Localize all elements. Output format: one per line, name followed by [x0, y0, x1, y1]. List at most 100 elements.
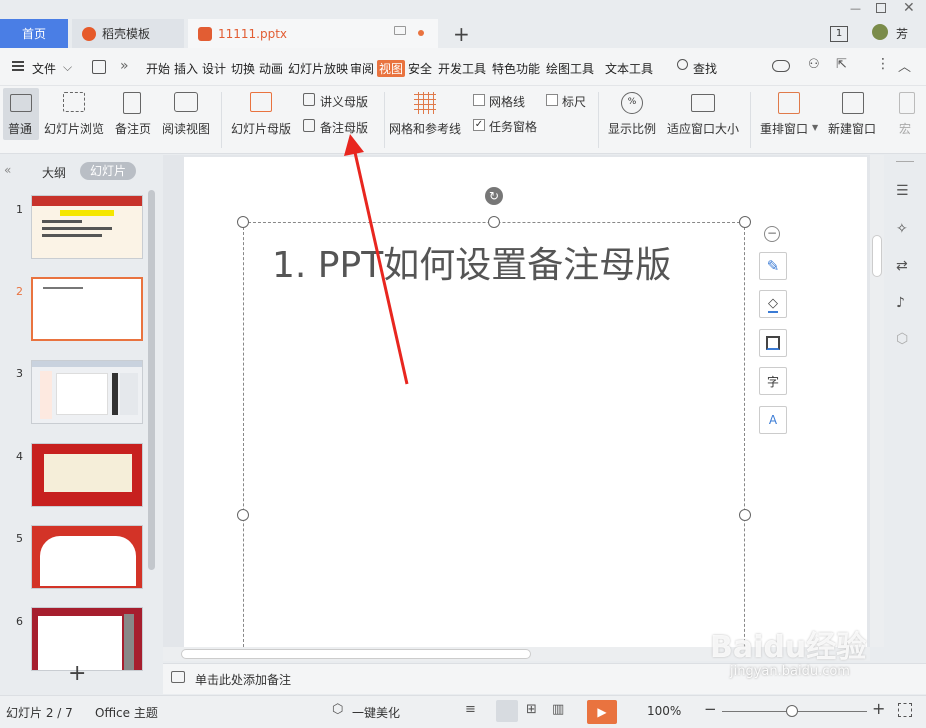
macro-icon[interactable]: [899, 92, 915, 114]
zoom-icon[interactable]: %: [621, 92, 643, 114]
dropdown-arrow-icon[interactable]: ▼: [812, 123, 818, 132]
beautify-button[interactable]: 一键美化: [352, 704, 400, 721]
play-slideshow-button[interactable]: ▶: [587, 700, 617, 724]
menu-insert[interactable]: 插入: [174, 60, 198, 77]
slide-thumbnail-2-selected[interactable]: [31, 277, 143, 341]
vertical-scroll-thumb[interactable]: [872, 235, 882, 277]
notes-placeholder[interactable]: 单击此处添加备注: [195, 671, 291, 688]
handout-master-button[interactable]: 讲义母版: [320, 93, 368, 110]
arrange-windows-icon[interactable]: [778, 92, 800, 114]
notes-page-button[interactable]: 备注页: [115, 120, 151, 137]
menu-file[interactable]: 文件: [32, 60, 56, 77]
slide-thumbnail-6[interactable]: [31, 607, 143, 671]
slide-browse-icon[interactable]: [63, 92, 85, 112]
replace-icon[interactable]: ⇄: [896, 258, 908, 274]
chevron-down-icon[interactable]: ⌵: [63, 60, 72, 75]
zoom-out-button[interactable]: −: [704, 700, 717, 718]
search-icon[interactable]: [677, 59, 688, 70]
monitor-icon[interactable]: [394, 26, 406, 35]
theme-name[interactable]: Office 主题: [95, 704, 158, 721]
new-tab-button[interactable]: +: [453, 22, 470, 46]
text-effect-button[interactable]: A: [759, 406, 787, 434]
slide-thumbnail-3[interactable]: [31, 360, 143, 424]
menu-transition[interactable]: 切换: [231, 60, 255, 77]
macro-button[interactable]: 宏: [899, 120, 911, 137]
slide-title[interactable]: 1. PPT如何设置备注母版: [272, 236, 671, 288]
resize-handle-tr[interactable]: [739, 216, 751, 228]
grid-guides-icon[interactable]: [414, 92, 436, 114]
speaker-icon[interactable]: ♪: [896, 295, 905, 311]
slide-master-icon[interactable]: [250, 92, 272, 112]
fit-window-button[interactable]: 适应窗口大小: [667, 120, 739, 137]
zoom-button[interactable]: 显示比例: [608, 120, 656, 137]
slide-browse-button[interactable]: 幻灯片浏览: [44, 120, 104, 137]
zoom-slider-thumb[interactable]: [786, 705, 798, 717]
reading-view-status-icon[interactable]: ▥: [552, 702, 564, 717]
task-pane-checkbox[interactable]: ✓: [473, 119, 485, 131]
notes-master-icon[interactable]: [303, 119, 315, 132]
menu-developer[interactable]: 开发工具: [438, 60, 486, 77]
more-chevron-icon[interactable]: »: [120, 58, 129, 74]
hamburger-icon[interactable]: [12, 61, 24, 71]
normal-view-status-button[interactable]: [496, 700, 518, 722]
slide-thumbnail-4[interactable]: [31, 443, 143, 507]
outline-button[interactable]: [759, 329, 787, 357]
add-slide-button[interactable]: +: [68, 661, 86, 686]
menu-slideshow[interactable]: 幻灯片放映: [288, 60, 348, 77]
window-count-badge[interactable]: 1: [830, 26, 848, 42]
horizontal-scroll-thumb[interactable]: [181, 649, 531, 659]
menu-features[interactable]: 特色功能: [492, 60, 540, 77]
tab-file[interactable]: 11111.pptx: [188, 19, 438, 48]
notes-page-icon[interactable]: [123, 92, 141, 114]
menu-drawing-tools[interactable]: 绘图工具: [546, 60, 594, 77]
zoom-level[interactable]: 100%: [647, 704, 681, 718]
minimize-icon[interactable]: —: [850, 2, 861, 15]
gridlines-checkbox[interactable]: [473, 94, 485, 106]
maximize-icon[interactable]: [876, 3, 886, 13]
pin-icon[interactable]: ✧: [896, 221, 908, 237]
menu-text-tools[interactable]: 文本工具: [605, 60, 653, 77]
slide-thumbnail-1[interactable]: [31, 195, 143, 259]
beautify-icon[interactable]: ⬡: [332, 702, 343, 717]
collapse-ribbon-icon[interactable]: ︿: [898, 56, 911, 75]
menu-start[interactable]: 开始: [146, 60, 170, 77]
fit-screen-icon[interactable]: [898, 703, 912, 717]
panel-scrollbar[interactable]: [148, 190, 155, 570]
menu-review[interactable]: 审阅: [350, 60, 374, 77]
slide-master-button[interactable]: 幻灯片母版: [231, 120, 291, 137]
reading-view-icon[interactable]: [174, 92, 198, 112]
new-window-icon[interactable]: [842, 92, 864, 114]
more-icon[interactable]: ⋮: [876, 56, 890, 72]
menu-view[interactable]: 视图: [377, 60, 406, 77]
pen-style-button[interactable]: ✎: [759, 252, 787, 280]
menu-security[interactable]: 安全: [408, 60, 432, 77]
avatar[interactable]: [872, 24, 888, 40]
tab-home[interactable]: 首页: [0, 19, 68, 48]
reading-view-button[interactable]: 阅读视图: [162, 120, 210, 137]
fill-button[interactable]: ◇: [759, 290, 787, 318]
cloud-icon[interactable]: [772, 60, 790, 72]
handout-master-icon[interactable]: [303, 93, 315, 106]
resize-handle-tc[interactable]: [488, 216, 500, 228]
slide-sorter-icon[interactable]: ⊞: [526, 702, 537, 717]
align-icon[interactable]: ≡: [465, 702, 476, 717]
new-window-button[interactable]: 新建窗口: [828, 120, 876, 137]
menu-design[interactable]: 设计: [202, 60, 226, 77]
zoom-in-button[interactable]: +: [872, 699, 885, 718]
outline-tab[interactable]: 大纲: [42, 164, 66, 181]
fit-window-icon[interactable]: [691, 94, 715, 112]
menu-animation[interactable]: 动画: [259, 60, 283, 77]
share-user-icon[interactable]: ⚇: [808, 57, 820, 72]
resize-handle-tl[interactable]: [237, 216, 249, 228]
cube-icon[interactable]: ⬡: [896, 331, 908, 347]
slide-thumbnail-5[interactable]: [31, 525, 143, 589]
slides-tab[interactable]: 幻灯片: [80, 162, 136, 180]
ruler-checkbox[interactable]: [546, 94, 558, 106]
save-icon[interactable]: [92, 60, 106, 74]
resize-handle-mr[interactable]: [739, 509, 751, 521]
text-format-button[interactable]: 字: [759, 367, 787, 395]
collapse-panel-icon[interactable]: «: [4, 163, 11, 177]
arrange-windows-button[interactable]: 重排窗口: [760, 120, 808, 137]
collapse-float-toolbar-icon[interactable]: −: [764, 226, 780, 242]
tab-daoke-templates[interactable]: 稻壳模板: [72, 19, 184, 48]
